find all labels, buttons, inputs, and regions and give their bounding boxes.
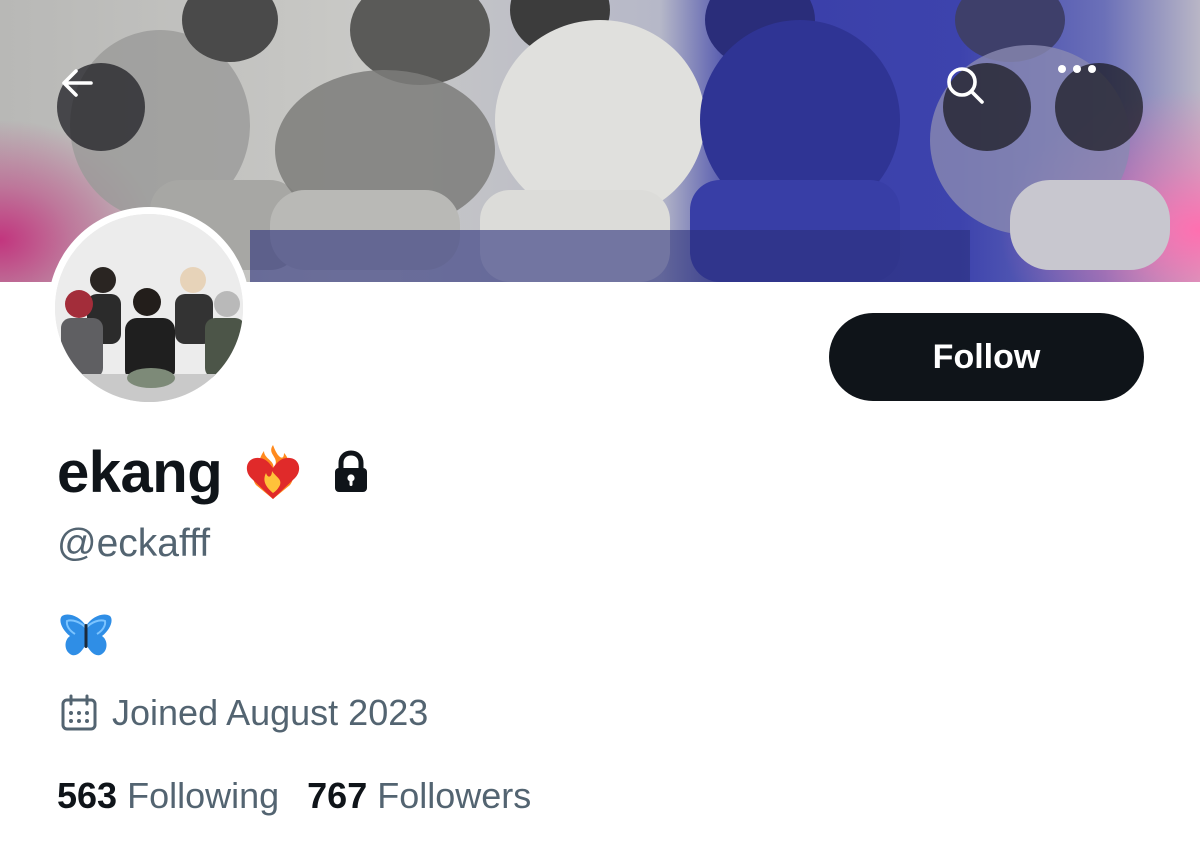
followers-count: 767 bbox=[307, 775, 368, 816]
search-button[interactable] bbox=[943, 63, 1031, 151]
profile-name-row: ekang bbox=[57, 436, 370, 508]
butterfly-emoji bbox=[60, 614, 112, 656]
calendar-icon bbox=[61, 694, 97, 731]
following-count: 563 bbox=[57, 775, 118, 816]
following-label: Following bbox=[127, 775, 280, 816]
display-name: ekang bbox=[57, 439, 223, 505]
follow-button[interactable]: Follow bbox=[829, 313, 1144, 401]
joined-date-text: Joined August 2023 bbox=[112, 692, 429, 733]
followers-label: Followers bbox=[377, 775, 532, 816]
avatar-photo bbox=[55, 214, 243, 402]
back-button[interactable] bbox=[57, 63, 145, 151]
profile-avatar[interactable] bbox=[48, 207, 250, 409]
profile-handle: @eckafff bbox=[57, 522, 211, 565]
profile-bio bbox=[58, 612, 114, 665]
heart-on-fire-emoji bbox=[242, 441, 304, 503]
search-icon bbox=[947, 67, 984, 104]
arrow-left-icon bbox=[62, 69, 93, 97]
joined-date-row: Joined August 2023 bbox=[60, 690, 428, 736]
lock-icon bbox=[332, 450, 370, 494]
follow-stats: 563 Following 767 Followers bbox=[57, 773, 531, 819]
more-horizontal-icon bbox=[1058, 65, 1096, 73]
following-link[interactable]: 563 Following bbox=[57, 775, 279, 817]
followers-link[interactable]: 767 Followers bbox=[307, 775, 531, 817]
more-options-button[interactable] bbox=[1055, 63, 1143, 151]
